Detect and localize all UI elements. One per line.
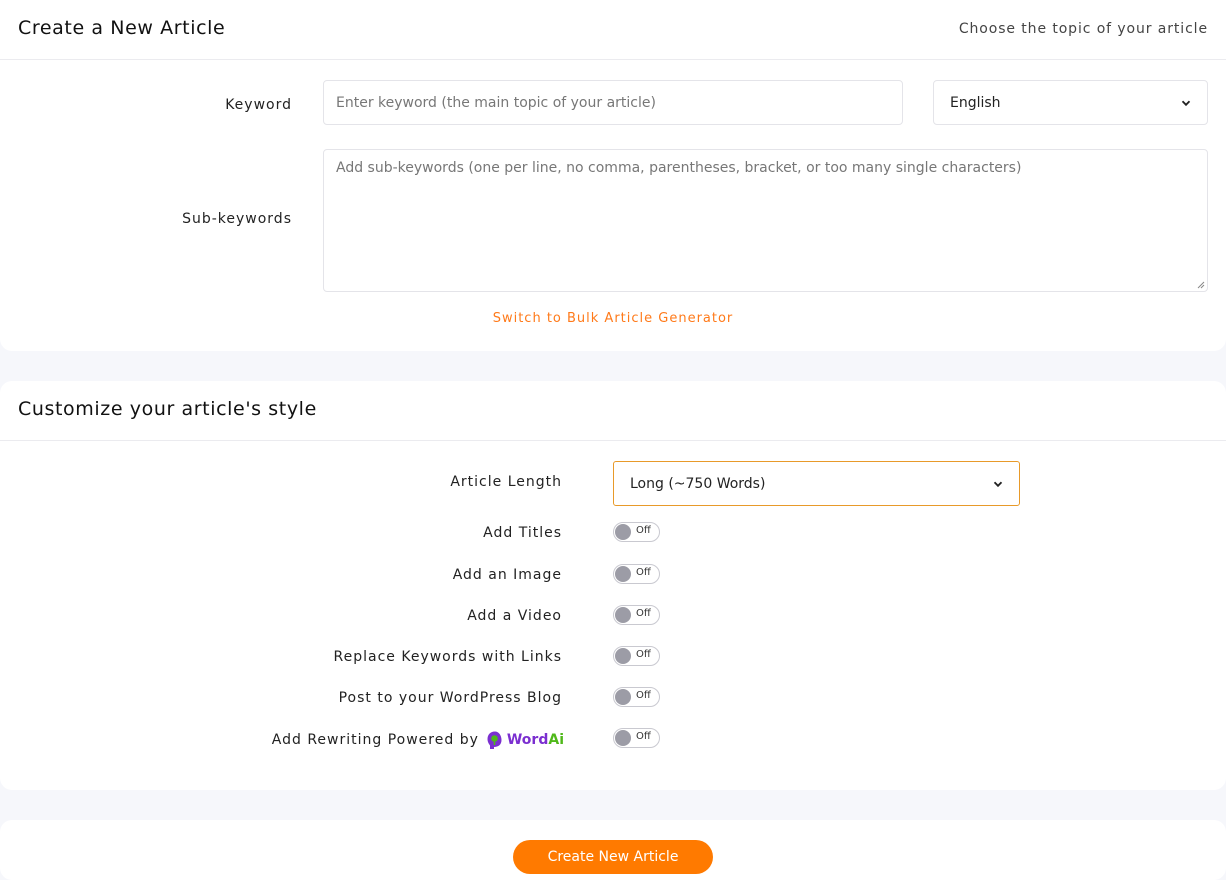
subkeywords-label: Sub-keywords: [182, 211, 292, 227]
add-rewriting-toggle[interactable]: Off: [613, 728, 660, 748]
replace-keywords-toggle[interactable]: Off: [613, 646, 660, 666]
subkeywords-placeholder: Add sub-keywords (one per line, no comma…: [336, 160, 1022, 176]
subkeywords-textarea[interactable]: Add sub-keywords (one per line, no comma…: [323, 149, 1208, 292]
article-length-label: Article Length: [450, 474, 562, 490]
toggle-knob: [615, 566, 631, 582]
keyword-input[interactable]: Enter keyword (the main topic of your ar…: [323, 80, 903, 125]
keyword-label: Keyword: [225, 97, 292, 113]
style-title: Customize your article's style: [18, 398, 317, 420]
chevron-down-icon: [1181, 100, 1191, 106]
create-article-header: Create a New Article Choose the topic of…: [0, 0, 1226, 60]
article-length-select[interactable]: Long (~750 Words): [613, 461, 1020, 506]
toggle-knob: [615, 689, 631, 705]
post-wordpress-toggle[interactable]: Off: [613, 687, 660, 707]
replace-keywords-label: Replace Keywords with Links: [333, 649, 562, 665]
wordai-head-icon: [487, 731, 502, 749]
add-image-label: Add an Image: [452, 567, 562, 583]
toggle-state: Off: [636, 525, 651, 536]
create-article-button[interactable]: Create New Article: [513, 840, 713, 874]
topic-hint: Choose the topic of your article: [958, 21, 1208, 37]
toggle-state: Off: [636, 731, 651, 742]
resize-grip-icon[interactable]: [1195, 279, 1205, 289]
language-value: English: [950, 94, 1001, 111]
article-length-value: Long (~750 Words): [630, 475, 766, 492]
toggle-state: Off: [636, 567, 651, 578]
toggle-knob: [615, 648, 631, 664]
add-titles-label: Add Titles: [483, 525, 562, 541]
add-rewriting-row-label: Add Rewriting Powered by Word Ai: [200, 730, 564, 750]
create-article-card: Create a New Article Choose the topic of…: [0, 0, 1226, 351]
action-card: Create New Article: [0, 820, 1226, 880]
wordai-logo: Word Ai: [485, 730, 564, 750]
language-select[interactable]: English: [933, 80, 1208, 125]
toggle-knob: [615, 607, 631, 623]
toggle-state: Off: [636, 690, 651, 701]
add-image-toggle[interactable]: Off: [613, 564, 660, 584]
toggle-knob: [615, 524, 631, 540]
post-wordpress-label: Post to your WordPress Blog: [338, 690, 562, 706]
add-video-toggle[interactable]: Off: [613, 605, 660, 625]
keyword-placeholder: Enter keyword (the main topic of your ar…: [336, 94, 656, 111]
customize-style-card: Customize your article's style Article L…: [0, 381, 1226, 790]
add-rewriting-label: Add Rewriting Powered by: [271, 732, 479, 748]
add-titles-toggle[interactable]: Off: [613, 522, 660, 542]
customize-style-header: Customize your article's style: [0, 381, 1226, 441]
chevron-down-icon: [993, 481, 1003, 487]
bulk-generator-link[interactable]: Switch to Bulk Article Generator: [0, 311, 1226, 326]
toggle-state: Off: [636, 649, 651, 660]
add-video-label: Add a Video: [467, 608, 562, 624]
page-title: Create a New Article: [18, 17, 226, 39]
toggle-knob: [615, 730, 631, 746]
toggle-state: Off: [636, 608, 651, 619]
